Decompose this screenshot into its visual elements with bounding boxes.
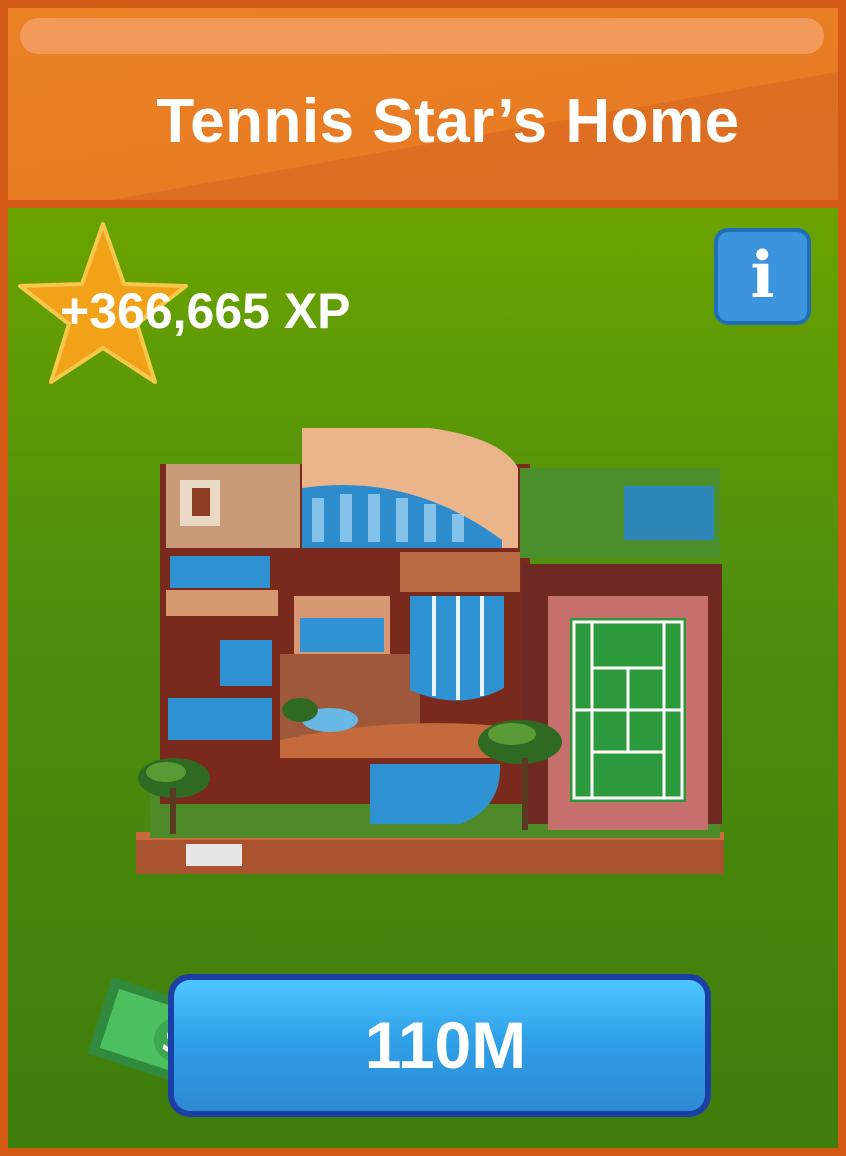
buy-button[interactable]: 110M bbox=[168, 974, 711, 1117]
header-gloss bbox=[20, 18, 824, 54]
xp-reward: +366,665 XP bbox=[60, 283, 351, 339]
item-title: Tennis Star’s Home bbox=[156, 87, 740, 156]
info-icon: i bbox=[718, 232, 807, 321]
card-header: Tennis Star’s Home bbox=[8, 8, 838, 200]
price-label: 110M bbox=[174, 980, 705, 1111]
house-image bbox=[136, 428, 724, 874]
info-button[interactable]: i bbox=[714, 228, 811, 325]
